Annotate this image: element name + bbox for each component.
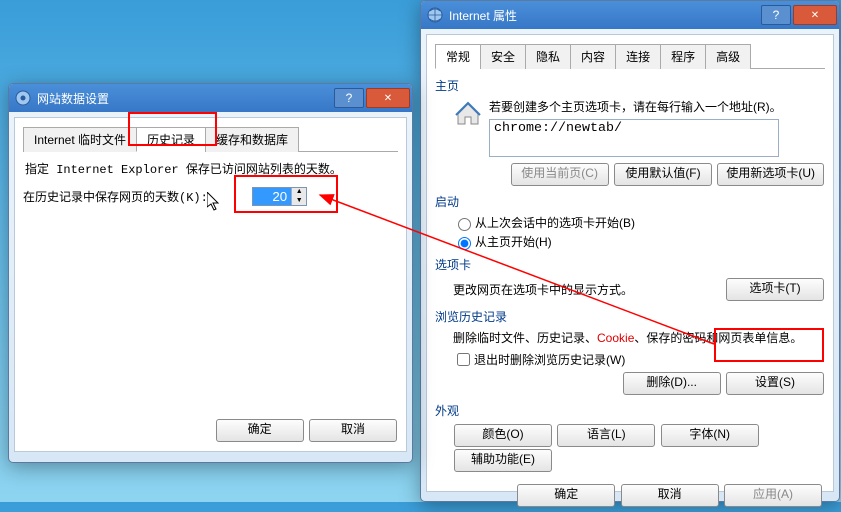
days-input[interactable] bbox=[253, 188, 291, 205]
tabs-section: 选项卡 更改网页在选项卡中的显示方式。 选项卡(T) bbox=[435, 256, 825, 302]
tab-content[interactable]: 内容 bbox=[570, 44, 616, 69]
globe-icon bbox=[427, 7, 443, 23]
cancel-button[interactable]: 取消 bbox=[309, 419, 397, 442]
homepage-section: 主页 若要创建多个主页选项卡，请在每行输入一个地址(R)。 使用当前页(C) 使… bbox=[435, 77, 825, 187]
website-data-settings-window: 网站数据设置 Internet 临时文件 历史记录 缓存和数据库 指定 Inte… bbox=[8, 83, 413, 463]
tabstrip: 常规 安全 隐私 内容 连接 程序 高级 bbox=[435, 43, 825, 69]
dialog-footer: 确定 取消 应用(A) bbox=[435, 479, 825, 512]
days-spinner[interactable]: ▲ ▼ bbox=[252, 187, 307, 206]
tab-temp-files[interactable]: Internet 临时文件 bbox=[23, 127, 137, 152]
cancel-button[interactable]: 取消 bbox=[621, 484, 719, 507]
days-label: 在历史记录中保存网页的天数(K): bbox=[23, 191, 208, 205]
appearance-section: 外观 颜色(O) 语言(L) 字体(N) 辅助功能(E) bbox=[435, 402, 825, 473]
section-title: 选项卡 bbox=[435, 256, 825, 273]
tab-security[interactable]: 安全 bbox=[480, 44, 526, 69]
internet-properties-window: Internet 属性 常规 安全 隐私 内容 连接 程序 高级 主页 bbox=[420, 0, 840, 502]
tab-privacy[interactable]: 隐私 bbox=[525, 44, 571, 69]
settings-button[interactable]: 设置(S) bbox=[726, 372, 824, 395]
tab-cache-db[interactable]: 缓存和数据库 bbox=[205, 127, 299, 152]
tab-advanced[interactable]: 高级 bbox=[705, 44, 751, 69]
titlebar: Internet 属性 bbox=[421, 1, 839, 29]
close-button[interactable] bbox=[366, 88, 410, 108]
homepage-desc: 若要创建多个主页选项卡，请在每行输入一个地址(R)。 bbox=[489, 98, 825, 115]
tabs-button[interactable]: 选项卡(T) bbox=[726, 278, 824, 301]
dialog-footer: 确定 取消 bbox=[213, 414, 400, 447]
section-title: 主页 bbox=[435, 77, 825, 94]
delete-button[interactable]: 删除(D)... bbox=[623, 372, 721, 395]
ok-button[interactable]: 确定 bbox=[517, 484, 615, 507]
language-button[interactable]: 语言(L) bbox=[557, 424, 655, 447]
tabs-desc: 更改网页在选项卡中的显示方式。 bbox=[453, 281, 725, 298]
startup-last-radio[interactable]: 从上次会话中的选项卡开始(B) bbox=[453, 214, 825, 231]
use-newtab-button[interactable]: 使用新选项卡(U) bbox=[717, 163, 824, 186]
startup-home-radio[interactable]: 从主页开始(H) bbox=[453, 233, 825, 250]
help-button[interactable] bbox=[761, 5, 791, 25]
tab-general[interactable]: 常规 bbox=[435, 44, 481, 69]
spinner-down[interactable]: ▼ bbox=[292, 197, 306, 206]
window-title: 网站数据设置 bbox=[37, 90, 332, 107]
homepage-input[interactable] bbox=[489, 119, 779, 157]
titlebar: 网站数据设置 bbox=[9, 84, 412, 112]
tab-programs[interactable]: 程序 bbox=[660, 44, 706, 69]
tab-history[interactable]: 历史记录 bbox=[136, 127, 206, 152]
close-button[interactable] bbox=[793, 5, 837, 25]
home-icon bbox=[453, 98, 483, 160]
history-section: 浏览历史记录 删除临时文件、历史记录、Cookie、保存的密码和网页表单信息。 … bbox=[435, 308, 825, 396]
use-current-button: 使用当前页(C) bbox=[511, 163, 609, 186]
accessibility-button[interactable]: 辅助功能(E) bbox=[454, 449, 552, 472]
spinner-up[interactable]: ▲ bbox=[292, 188, 306, 197]
tab-connections[interactable]: 连接 bbox=[615, 44, 661, 69]
section-title: 启动 bbox=[435, 193, 825, 210]
delete-on-exit-checkbox[interactable]: 退出时删除浏览历史记录(W) bbox=[453, 350, 825, 369]
section-title: 外观 bbox=[435, 402, 825, 419]
tabstrip: Internet 临时文件 历史记录 缓存和数据库 bbox=[23, 126, 398, 152]
help-button[interactable] bbox=[334, 88, 364, 108]
window-title: Internet 属性 bbox=[449, 7, 759, 24]
apply-button: 应用(A) bbox=[724, 484, 822, 507]
fonts-button[interactable]: 字体(N) bbox=[661, 424, 759, 447]
ok-button[interactable]: 确定 bbox=[216, 419, 304, 442]
settings-icon bbox=[15, 90, 31, 106]
startup-section: 启动 从上次会话中的选项卡开始(B) 从主页开始(H) bbox=[435, 193, 825, 250]
colors-button[interactable]: 颜色(O) bbox=[454, 424, 552, 447]
section-title: 浏览历史记录 bbox=[435, 308, 825, 325]
history-description: 指定 Internet Explorer 保存已访问网站列表的天数。 bbox=[25, 160, 398, 177]
use-default-button[interactable]: 使用默认值(F) bbox=[614, 163, 712, 186]
history-desc: 删除临时文件、历史记录、Cookie、保存的密码和网页表单信息。 bbox=[453, 329, 825, 346]
days-row: 在历史记录中保存网页的天数(K): ▲ ▼ bbox=[23, 187, 398, 206]
